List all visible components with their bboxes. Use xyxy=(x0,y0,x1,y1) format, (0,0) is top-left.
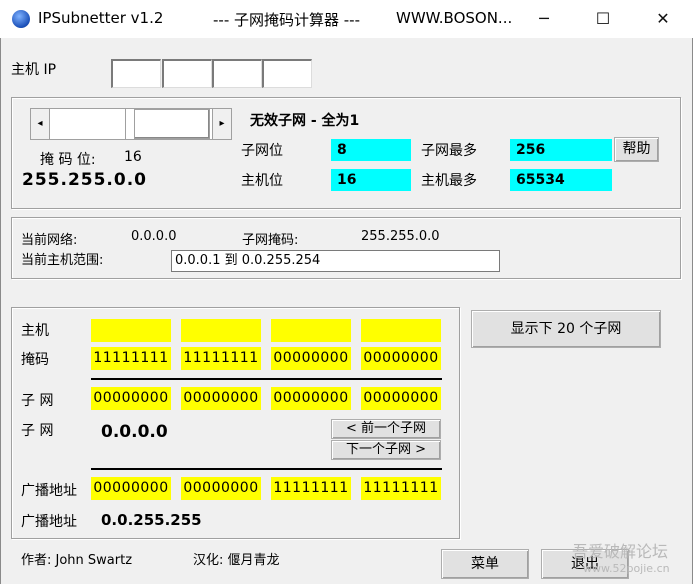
subnet-bits-octet-2: 00000000 xyxy=(181,387,261,410)
mask-bits-value: 16 xyxy=(124,149,142,165)
window-subtitle: --- 子网掩码计算器 --- xyxy=(213,11,361,29)
scroll-right-arrow-icon[interactable]: ▸ xyxy=(212,108,232,140)
subnet-mask-value: 255.255.0.0 xyxy=(361,229,440,244)
mask-bits-octet-3: 00000000 xyxy=(271,347,351,370)
watermark-text: 吾爱破解论坛 xyxy=(572,542,669,561)
show-next-20-subnets-button[interactable]: 显示下 20 个子网 xyxy=(471,310,661,348)
author-label: 作者: John Swartz xyxy=(21,553,133,568)
divider-line xyxy=(91,468,442,470)
broadcast-bits-octet-1: 00000000 xyxy=(91,477,171,500)
binary-subnet-label: 子 网 xyxy=(21,393,54,409)
broadcast-label-2: 广播地址 xyxy=(21,514,77,530)
close-button[interactable]: ✕ xyxy=(640,0,686,38)
host-bits-octet-4 xyxy=(361,319,441,342)
host-ip-octet-1[interactable] xyxy=(111,59,161,88)
scroll-thumb[interactable] xyxy=(134,109,210,139)
subnet-address-value: 0.0.0.0 xyxy=(101,422,168,442)
window-url: WWW.BOSON... xyxy=(396,9,513,27)
host-bits-value: 16 xyxy=(331,169,411,191)
broadcast-bits-octet-4: 11111111 xyxy=(361,477,441,500)
host-range-field[interactable]: 0.0.0.1 到 0.0.255.254 xyxy=(171,250,500,272)
subnet-bits-value: 8 xyxy=(331,139,411,161)
mask-bits-octet-4: 00000000 xyxy=(361,347,441,370)
broadcast-bits-octet-3: 11111111 xyxy=(271,477,351,500)
translator-label: 汉化: 偃月青龙 xyxy=(193,553,280,568)
subnet-mask-label: 子网掩码: xyxy=(242,233,299,248)
max-subnets-value: 256 xyxy=(510,139,612,161)
current-network-value: 0.0.0.0 xyxy=(131,229,177,244)
maximize-button[interactable]: ☐ xyxy=(580,0,626,38)
binary-subnet-label-2: 子 网 xyxy=(21,423,54,439)
max-subnets-label: 子网最多 xyxy=(421,143,477,159)
broadcast-address-value: 0.0.255.255 xyxy=(101,511,202,529)
subnet-bits-octet-4: 00000000 xyxy=(361,387,441,410)
app-title: IPSubnetter v1.2 xyxy=(38,9,164,27)
host-range-label: 当前主机范围: xyxy=(21,253,104,268)
max-hosts-value: 65534 xyxy=(510,169,612,191)
host-ip-octet-4[interactable] xyxy=(262,59,312,88)
host-ip-octet-3[interactable] xyxy=(212,59,262,88)
subnet-bits-label: 子网位 xyxy=(241,143,283,159)
host-bits-octet-2 xyxy=(181,319,261,342)
next-subnet-button[interactable]: 下一个子网 > xyxy=(331,440,441,460)
help-button[interactable]: 帮助 xyxy=(614,137,659,162)
host-ip-octet-2[interactable] xyxy=(162,59,212,88)
max-hosts-label: 主机最多 xyxy=(421,173,477,189)
binary-mask-label: 掩码 xyxy=(21,352,49,368)
app-globe-icon xyxy=(12,10,30,28)
binary-host-label: 主机 xyxy=(21,323,49,339)
subnet-bits-octet-1: 00000000 xyxy=(91,387,171,410)
host-bits-octet-1 xyxy=(91,319,171,342)
subnet-warning: 无效子网 - 全为1 xyxy=(250,113,360,129)
mask-bits-octet-1: 11111111 xyxy=(91,347,171,370)
subnet-bits-octet-3: 00000000 xyxy=(271,387,351,410)
watermark-url: www.52pojie.cn xyxy=(583,562,670,575)
minimize-button[interactable]: ─ xyxy=(521,0,567,38)
host-bits-octet-3 xyxy=(271,319,351,342)
mask-bits-octet-2: 11111111 xyxy=(181,347,261,370)
host-ip-label: 主机 IP xyxy=(11,62,57,78)
scroll-left-arrow-icon[interactable]: ◂ xyxy=(30,108,50,140)
menu-button[interactable]: 菜单 xyxy=(441,549,529,579)
broadcast-bits-octet-2: 00000000 xyxy=(181,477,261,500)
host-bits-label: 主机位 xyxy=(241,173,283,189)
broadcast-label: 广播地址 xyxy=(21,483,77,499)
divider-line xyxy=(91,378,442,380)
mask-bits-label: 掩 码 位: xyxy=(40,152,96,168)
mask-value: 255.255.0.0 xyxy=(22,170,148,190)
prev-subnet-button[interactable]: < 前一个子网 xyxy=(331,419,441,439)
scroll-track-left[interactable] xyxy=(50,108,126,140)
current-network-label: 当前网络: xyxy=(21,233,78,248)
